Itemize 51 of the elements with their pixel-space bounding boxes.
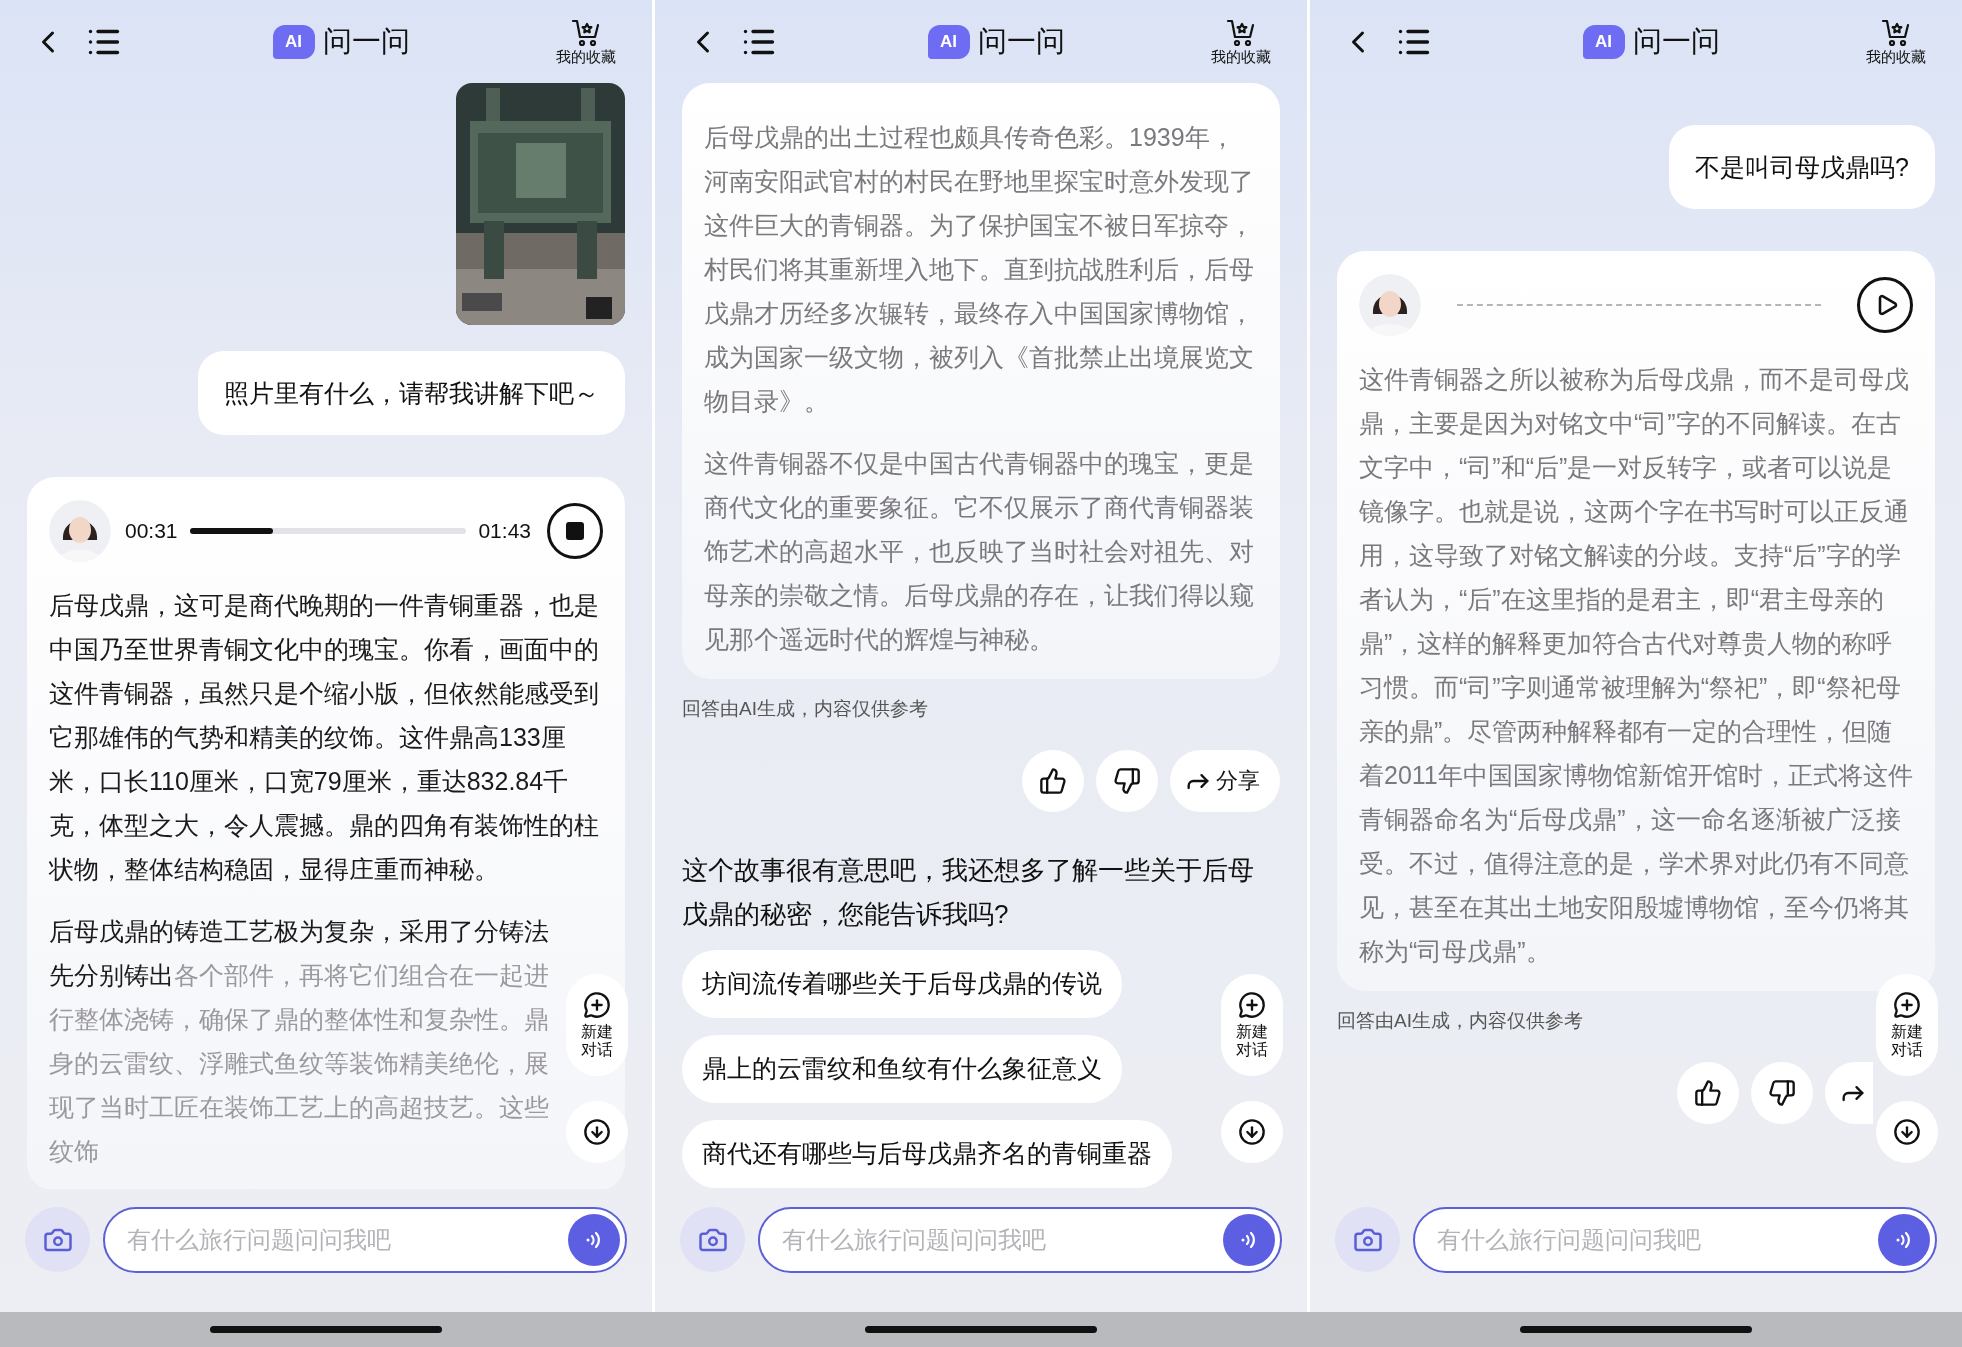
input-field[interactable]: 有什么旅行问题问问我吧 (758, 1207, 1282, 1273)
cart-icon (571, 17, 601, 48)
thumbs-up-icon (1694, 1078, 1722, 1107)
share-button[interactable]: 分享 (1170, 749, 1280, 812)
page-title: 问一问 (977, 23, 1065, 59)
answer-paragraph: 后母戊鼎的出土过程也颇具传奇色彩。1939年，河南安阳武官村的村民在野地里探宝时意外发现了这件巨大的青铜器。为了保护国宝不被日军掠夺，村民们将其重新埋入地下。直到抗战胜利后，后母戊鼎才历经多次辗转，最终存入中国国家博物馆，成为国家一级文物，被列入《首批禁止出境展览文物目录》。 (704, 122, 1255, 417)
progress-track[interactable] (189, 528, 467, 534)
user-message: 不是叫司母戊鼎吗? (1669, 125, 1935, 209)
stop-icon (566, 522, 584, 540)
ai-disclaimer: 回答由AI生成，内容仅供参考 (1337, 1009, 1583, 1033)
new-chat-button[interactable]: 新建对话 (1876, 974, 1938, 1076)
arrow-down-icon (1238, 1118, 1266, 1146)
arrow-down-icon (583, 1118, 611, 1146)
chat-plus-icon (583, 991, 611, 1019)
favorites-button[interactable]: 我的收藏 (1205, 17, 1277, 66)
share-button[interactable] (1825, 1061, 1873, 1124)
ai-disclaimer: 回答由AI生成，内容仅供参考 (682, 697, 928, 721)
arrow-down-icon (1893, 1118, 1921, 1146)
ai-logo: AI (1582, 24, 1625, 59)
elapsed-time: 00:31 (125, 518, 178, 545)
ai-logo: AI (927, 24, 970, 59)
play-button[interactable] (1857, 277, 1913, 333)
answer-paragraph: 后母戊鼎，这可是商代晚期的一件青铜重器，也是中国乃至世界青铜文化中的瑰宝。你看，画面中的这件青铜器，虽然只是个缩小版，但依然能感受到它那雄伟的气势和精美的纹饰。这件鼎高133厘米，口长110厘米，口宽79厘米，重达832.84千克，体型之大，令人震撼。鼎的四角有装饰性的柱状物，整体结构稳固，显得庄重而神秘。 (49, 590, 600, 885)
new-chat-button[interactable]: 新建对话 (566, 974, 628, 1076)
thumbs-down-icon (1768, 1078, 1796, 1107)
suggestion-chip[interactable]: 商代还有哪些与后母戊鼎齐名的青铜重器 (682, 1119, 1172, 1188)
avatar (49, 500, 111, 562)
chat-plus-icon (1893, 991, 1921, 1019)
stop-button[interactable] (547, 503, 603, 559)
favorites-button[interactable]: 我的收藏 (1860, 17, 1932, 66)
input-field[interactable]: 有什么旅行问题问问我吧 (103, 1207, 627, 1273)
input-field[interactable]: 有什么旅行问题问问我吧 (1413, 1207, 1937, 1273)
page-title: 问一问 (1632, 23, 1720, 59)
cart-icon (1226, 17, 1256, 48)
total-time: 01:43 (478, 518, 531, 545)
thumbs-up-icon (1039, 766, 1067, 795)
chat-plus-icon (1238, 991, 1266, 1019)
answer-paragraph: 后母戊鼎的铸造工艺极为复杂，采用了分铸法先分别铸出各个部件，再将它们组合在一起进行整体浇铸，确保了鼎的整体性和复杂性。鼎身的云雷纹、浮雕式鱼纹等装饰精美绝伦，展现了当时工匠在装饰工艺上的高超技艺。这些纹饰 (49, 916, 550, 1167)
avatar (1359, 274, 1421, 336)
cart-icon (1881, 17, 1911, 48)
answer-paragraph: 这件青铜器之所以被称为后母戊鼎，而不是司母戊鼎，主要是因为对铭文中“司”字的不同解读。在古文字中，“司”和“后”是一对反转字，或者可以说是镜像字。也就是说，这两个字在书写时可以正反通用，这导致了对铭文解读的分歧。支持“后”字的学者认为，“后”在这里指的是君主，即“君主母亲的鼎”，这样的解释更加符合古代对尊贵人物的称呼习惯。而“司”字则通常被理解为“祭祀”，即“祭祀母亲的鼎”。尽管两种解释都有一定的合理性，但随着2011年中国国家博物馆新馆开馆时，正式将这件青铜器命名为“后母戊鼎”，这一命名逐渐被广泛接受。不过，值得注意的是，学术界对此仍有不同意见，甚至在其出土地安阳殷墟博物馆，至今仍将其称为“司母戊鼎”。 (1359, 364, 1913, 967)
suggestion-chip[interactable]: 鼎上的云雷纹和鱼纹有什么象征意义 (682, 1034, 1122, 1103)
suggestion-chip[interactable]: 坊间流传着哪些关于后母戊鼎的传说 (682, 949, 1122, 1018)
follow-up-question: 这个故事很有意思吧，我还想多了解一些关于后母戊鼎的秘密，您能告诉我吗? (682, 853, 1255, 931)
page-title: 问一问 (322, 23, 410, 59)
favorites-button[interactable]: 我的收藏 (550, 17, 622, 66)
ai-logo: AI (272, 24, 315, 59)
answer-paragraph: 这件青铜器不仅是中国古代青铜器中的瑰宝，更是商代文化的重要象征。它不仅展示了商代青铜器装饰艺术的高超水平，也反映了当时社会对祖先、对母亲的崇敬之情。后母戊鼎的存在，让我们得以窥见那个遥远时代的辉煌与神秘。 (704, 448, 1255, 655)
user-message: 照片里有什么，请帮我讲解下吧～ (198, 351, 625, 435)
thumbs-down-icon (1113, 766, 1141, 795)
new-chat-button[interactable]: 新建对话 (1221, 974, 1283, 1076)
